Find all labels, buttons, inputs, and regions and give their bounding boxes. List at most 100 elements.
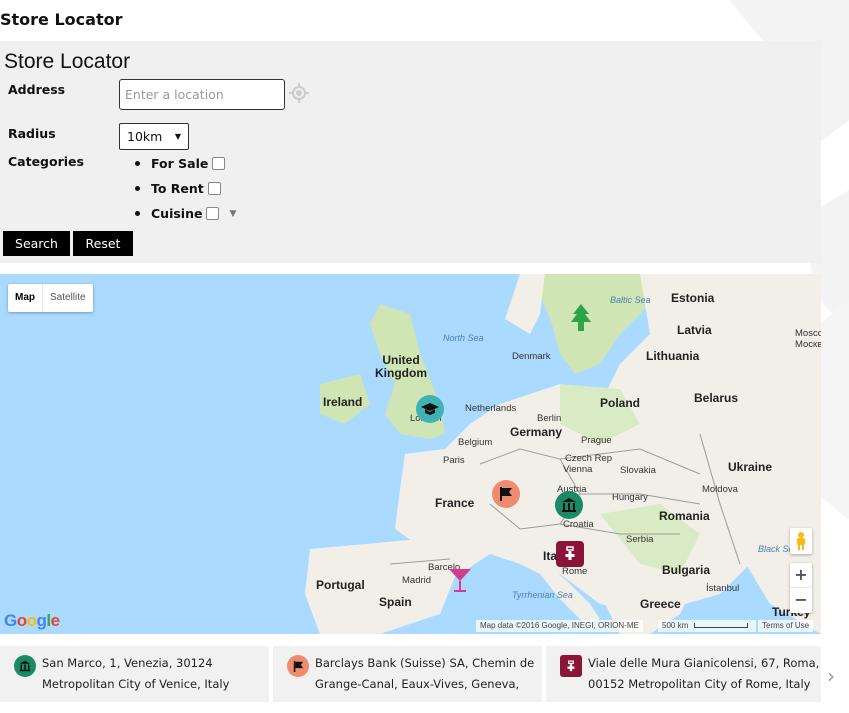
result-address-line2: Metropolitan City of Venice, Italy — [42, 677, 230, 691]
map-type-control: Map Satellite — [8, 284, 93, 312]
result-address-line2: 00152 Metropolitan City of Rome, Italy — [588, 677, 811, 691]
map-label: Netherlands — [465, 403, 517, 414]
results-carousel: San Marco, 1, Venezia, 30124 Metropolita… — [0, 646, 849, 702]
categories-label: Categories — [8, 154, 84, 169]
cuisine-checkbox[interactable] — [206, 207, 220, 220]
search-button[interactable]: Search — [3, 231, 70, 256]
map-label: Greece — [640, 597, 681, 611]
result-card[interactable]: Barclays Bank (Suisse) SA, Chemin de Gra… — [273, 646, 542, 702]
map-label: Baltic Sea — [610, 295, 651, 305]
map-label: Belgium — [458, 437, 493, 448]
zoom-in-button[interactable]: + — [790, 563, 812, 587]
map-attribution: Map data ©2016 Google, INEGI, ORION-ME — [476, 620, 643, 632]
map-label: Ukraine — [728, 460, 773, 474]
form-title: Store Locator — [4, 50, 131, 73]
locate-me-icon[interactable] — [289, 83, 309, 103]
map-label: Hungary — [612, 492, 648, 503]
map-label: İstanbul — [706, 583, 740, 594]
education-marker[interactable] — [416, 395, 444, 423]
flag-icon — [500, 487, 512, 501]
cuisine-expand-icon[interactable]: ▼ — [229, 209, 236, 219]
result-address-line2: Grange-Canal, Eaux-Vives, Geneva, — [315, 677, 520, 691]
map-label: Madrid — [402, 575, 432, 586]
map-label: Tyrrhenian Sea — [512, 590, 573, 600]
cocktail-icon — [449, 569, 471, 592]
store-locator-form: Store Locator Address Radius 10km ▼ Cate… — [0, 41, 821, 263]
category-cuisine: Cuisine ▼ — [135, 201, 236, 226]
map-label: Moldova — [702, 484, 738, 495]
flag-icon — [287, 655, 309, 677]
map-label: Poland — [600, 396, 641, 410]
map-label: France — [435, 496, 475, 510]
map-label: Belarus — [694, 391, 739, 405]
bank-icon — [14, 655, 36, 677]
category-label: For Sale — [151, 156, 209, 171]
bank-icon — [562, 498, 576, 512]
category-to-rent: To Rent — [135, 176, 236, 201]
category-label: To Rent — [151, 181, 204, 196]
radius-select[interactable]: 10km ▼ — [119, 123, 189, 150]
map-label: Bulgaria — [662, 563, 711, 577]
zoom-out-button[interactable]: − — [790, 587, 812, 612]
tree-icon — [571, 304, 591, 331]
map-label: Denmark — [512, 351, 551, 362]
map-label: Paris — [443, 455, 465, 466]
result-card[interactable]: Viale delle Mura Gianicolensi, 67, Roma,… — [546, 646, 821, 702]
to-rent-checkbox[interactable] — [207, 182, 221, 195]
scale-bar — [694, 623, 749, 629]
address-input[interactable] — [119, 79, 285, 110]
for-sale-checkbox[interactable] — [212, 157, 226, 170]
zoom-control: + − — [790, 563, 812, 613]
radius-label: Radius — [8, 126, 56, 141]
map-label: Lithuania — [646, 349, 700, 363]
map-label: North Sea — [443, 333, 484, 343]
map-label: Rome — [562, 566, 588, 577]
medical-kit-icon — [565, 546, 575, 560]
map-label: Ita — [543, 549, 558, 563]
terms-link[interactable]: Terms of Use — [758, 620, 814, 632]
radius-value: 10km — [127, 129, 163, 144]
map-label: Romania — [659, 509, 710, 523]
result-address-line1: Barclays Bank (Suisse) SA, Chemin de — [315, 656, 535, 670]
map-label: United Kingdom — [375, 353, 427, 380]
result-card[interactable]: San Marco, 1, Venezia, 30124 Metropolita… — [0, 646, 269, 702]
map-label: Slovakia — [620, 465, 656, 476]
medical-kit-icon — [560, 655, 582, 677]
result-address-line1: San Marco, 1, Venezia, 30124 — [42, 656, 213, 670]
categories-list: For Sale To Rent Cuisine ▼ — [135, 151, 236, 226]
graduation-cap-icon — [421, 403, 439, 415]
chevron-down-icon: ▼ — [174, 132, 181, 141]
map-view[interactable]: Map Satellite Baltic Sea North Sea Eston… — [0, 274, 821, 634]
reset-button[interactable]: Reset — [73, 231, 133, 256]
map-label: Germany — [510, 425, 563, 439]
map-label: Black Se — [758, 544, 794, 554]
google-logo: Google — [4, 611, 60, 630]
map-label: Serbia — [626, 534, 654, 545]
category-for-sale: For Sale — [135, 151, 236, 176]
pegman-icon — [797, 532, 805, 550]
category-label: Cuisine — [151, 206, 203, 221]
street-view-pegman[interactable] — [790, 528, 812, 554]
map-scale-label: 500 km — [662, 621, 689, 630]
cocktail-marker[interactable] — [446, 566, 474, 594]
map-label: Ireland — [323, 395, 363, 409]
map-label: Estonia — [671, 291, 715, 305]
map-type-satellite-button[interactable]: Satellite — [42, 284, 93, 312]
map-label: Portugal — [316, 578, 365, 592]
page-heading: Store Locator — [0, 10, 123, 29]
chevron-right-icon[interactable]: › — [827, 664, 835, 688]
flag-marker[interactable] — [492, 480, 520, 508]
map-label: Spain — [379, 595, 412, 609]
map-label: Croatia — [563, 519, 594, 530]
map-label: Prague — [581, 435, 612, 446]
map-label: Vienna — [563, 464, 593, 475]
address-label: Address — [8, 82, 66, 97]
map-label: Berlin — [537, 413, 562, 424]
map-label: Latvia — [677, 323, 712, 337]
medical-marker[interactable] — [556, 541, 584, 567]
map-scale: 500 km — [658, 620, 756, 632]
result-address-line1: Viale delle Mura Gianicolensi, 67, Roma, — [588, 656, 820, 670]
tree-marker[interactable] — [567, 304, 595, 332]
map-type-map-button[interactable]: Map — [8, 284, 42, 312]
bank-marker[interactable] — [555, 491, 583, 519]
